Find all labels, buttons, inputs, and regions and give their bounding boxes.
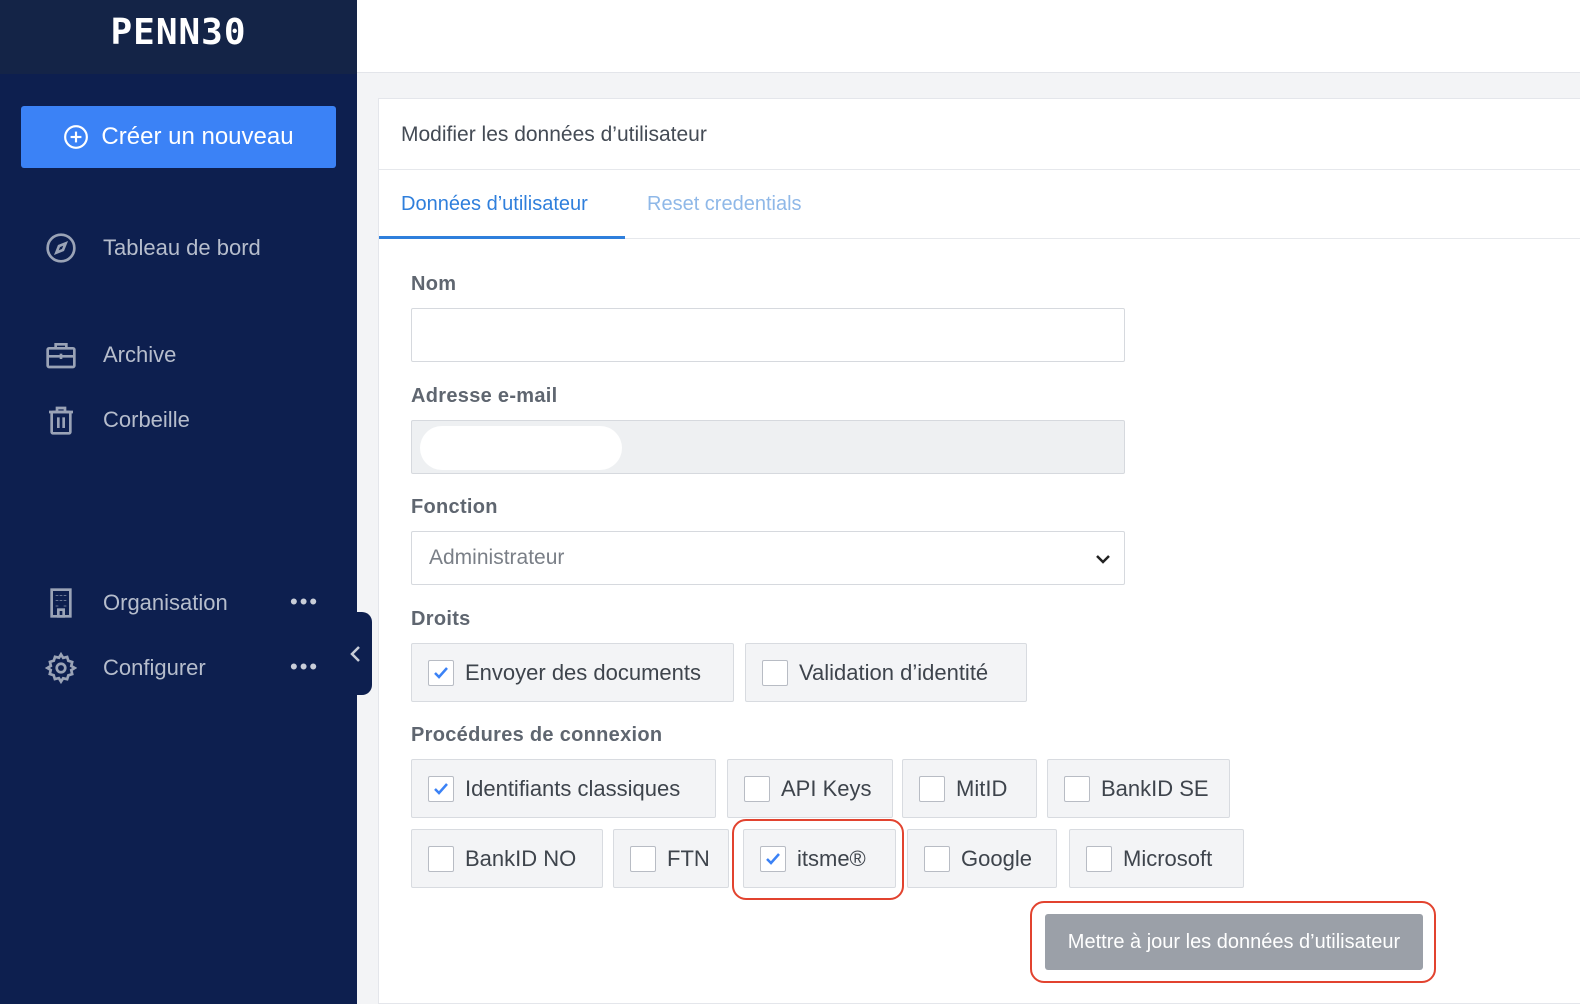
update-button-highlight [1030, 901, 1436, 983]
create-new-label: Créer un nouveau [101, 123, 294, 150]
sidebar: PENN30 Créer un nouveau Tableau de bord … [0, 0, 357, 1004]
checkbox-google[interactable]: Google [907, 829, 1057, 888]
itsme-highlight [732, 819, 904, 900]
check-icon [434, 666, 448, 679]
checkbox-label: MitID [956, 775, 1008, 801]
login-procedures-label: Procédures de connexion [411, 724, 663, 746]
plus-circle-icon [64, 125, 89, 149]
logo-bar: PENN30 [0, 0, 357, 74]
organisation-more-button[interactable]: ••• [290, 589, 319, 615]
briefcase-icon [44, 338, 78, 372]
chevron-left-icon [350, 645, 360, 662]
checkbox-box [428, 775, 454, 802]
checkbox-label: Validation d’identité [799, 659, 989, 685]
sidebar-item-label: Archive [103, 342, 177, 367]
checkbox-box [428, 845, 454, 872]
sidebar-item-label: Corbeille [103, 407, 190, 432]
tab-user-data[interactable]: Données d’utilisateur [401, 193, 588, 216]
checkbox-box [919, 775, 945, 802]
checkbox-label: BankID SE [1101, 775, 1209, 801]
function-select-value: Administrateur [429, 546, 565, 569]
checkbox-label: Envoyer des documents [465, 659, 702, 685]
checkbox-box [1086, 845, 1112, 872]
checkbox-label: API Keys [781, 775, 872, 801]
sidebar-item-label: Organisation [103, 590, 228, 615]
checkbox-box [428, 659, 454, 686]
checkbox-classic-credentials[interactable]: Identifiants classiques [411, 759, 716, 818]
sidebar-item-archive[interactable]: Archive [44, 338, 176, 372]
checkbox-box [630, 845, 656, 872]
chevron-down-icon [1096, 555, 1110, 564]
configure-more-button[interactable]: ••• [290, 654, 319, 680]
checkbox-send-documents[interactable]: Envoyer des documents [411, 643, 734, 702]
sidebar-item-organisation[interactable]: Organisation [44, 586, 228, 620]
penneo-logo[interactable]: PENN30 [110, 12, 246, 53]
name-label: Nom [411, 273, 457, 295]
sidebar-item-dashboard[interactable]: Tableau de bord [44, 231, 261, 265]
top-bar [357, 0, 1580, 73]
checkbox-box [762, 659, 788, 686]
sidebar-item-configure[interactable]: Configurer [44, 651, 206, 685]
card-title: Modifier les données d’utilisateur [401, 123, 707, 146]
check-icon [434, 782, 448, 795]
checkbox-label: Identifiants classiques [465, 775, 681, 801]
sidebar-item-label: Configurer [103, 655, 206, 680]
checkbox-api-keys[interactable]: API Keys [727, 759, 893, 818]
divider [379, 169, 1580, 170]
active-tab-indicator [379, 236, 625, 239]
rights-label: Droits [411, 608, 471, 630]
collapse-sidebar-button[interactable] [340, 612, 372, 695]
function-select[interactable]: Administrateur [411, 531, 1125, 585]
checkbox-ftn[interactable]: FTN [613, 829, 729, 888]
gear-icon [44, 651, 78, 685]
name-input[interactable] [411, 308, 1125, 362]
edit-user-card: Modifier les données d’utilisateur Donné… [378, 98, 1580, 1004]
checkbox-mitid[interactable]: MitID [902, 759, 1037, 818]
sidebar-item-label: Tableau de bord [103, 235, 261, 260]
building-icon [44, 586, 78, 620]
email-label: Adresse e-mail [411, 385, 558, 407]
checkbox-label: Google [961, 845, 1032, 871]
checkbox-box [1064, 775, 1090, 802]
function-label: Fonction [411, 496, 498, 518]
redacted-email [420, 426, 622, 470]
checkbox-label: BankID NO [465, 845, 577, 871]
checkbox-label: FTN [667, 845, 710, 871]
email-field [411, 420, 1125, 474]
create-new-button[interactable]: Créer un nouveau [21, 106, 336, 168]
compass-icon [44, 231, 78, 265]
checkbox-box [924, 845, 950, 872]
checkbox-box [744, 775, 770, 802]
checkbox-bankid-no[interactable]: BankID NO [411, 829, 603, 888]
checkbox-identity-validation[interactable]: Validation d’identité [745, 643, 1027, 702]
sidebar-item-trash[interactable]: Corbeille [44, 403, 190, 437]
tab-reset-credentials[interactable]: Reset credentials [647, 193, 802, 216]
checkbox-bankid-se[interactable]: BankID SE [1047, 759, 1230, 818]
checkbox-microsoft[interactable]: Microsoft [1069, 829, 1244, 888]
checkbox-label: Microsoft [1123, 845, 1213, 871]
trash-icon [44, 403, 78, 437]
